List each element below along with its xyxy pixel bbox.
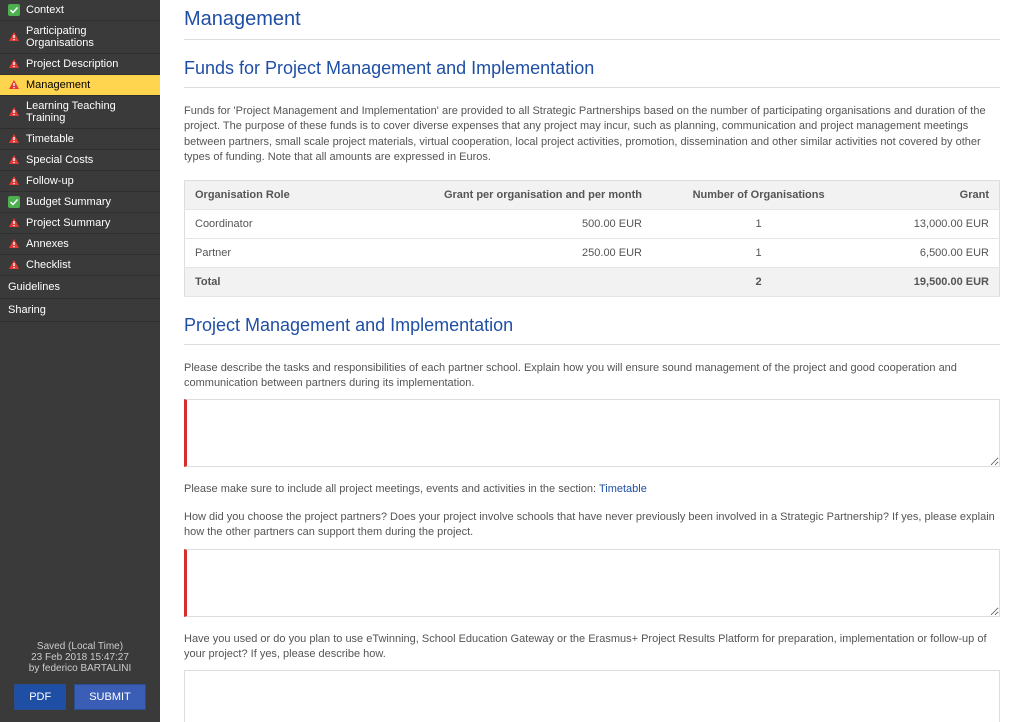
divider [184,39,1000,40]
cell-num-org: 1 [652,238,865,267]
sidebar-item-annexes[interactable]: Annexes [0,234,160,255]
check-icon [8,196,20,208]
sidebar-item-follow-up[interactable]: Follow-up [0,171,160,192]
page-title: Management [184,8,1000,31]
funds-heading: Funds for Project Management and Impleme… [184,58,1000,79]
divider [184,87,1000,88]
timetable-note: Please make sure to include all project … [184,482,1000,497]
sidebar-item-project-description[interactable]: Project Description [0,54,160,75]
funds-intro: Funds for 'Project Management and Implem… [184,104,1000,166]
question-2: How did you choose the project partners?… [184,510,1000,541]
saved-time: 23 Feb 2018 15:47:27 [4,652,156,663]
pmi-heading: Project Management and Implementation [184,315,1000,336]
cell-num-org: 2 [652,267,865,296]
sidebar-item-budget-summary[interactable]: Budget Summary [0,192,160,213]
sidebar-item-label: Annexes [26,238,69,250]
sidebar-item-label: Participating Organisations [26,25,152,49]
sidebar-item-management[interactable]: Management [0,75,160,96]
cell-role: Coordinator [185,209,347,238]
warning-icon [8,106,20,118]
sidebar-item-timetable[interactable]: Timetable [0,129,160,150]
question-3: Have you used or do you plan to use eTwi… [184,632,1000,663]
cell-role: Total [185,267,347,296]
sidebar-item-label: Checklist [26,259,71,271]
sidebar-item-context[interactable]: Context [0,0,160,21]
saved-label: Saved (Local Time) [4,641,156,652]
warning-icon [8,79,20,91]
pdf-button[interactable]: PDF [14,684,66,710]
sidebar-item-learning-teaching-training[interactable]: Learning Teaching Training [0,96,160,129]
sidebar-item-label: Timetable [26,133,74,145]
sidebar-item-participating-organisations[interactable]: Participating Organisations [0,21,160,54]
sidebar-item-guidelines[interactable]: Guidelines [0,276,160,299]
timetable-link[interactable]: Timetable [599,483,647,495]
cell-num-org: 1 [652,209,865,238]
saved-by: by federico BARTALINI [4,663,156,674]
warning-icon [8,259,20,271]
cell-grant: 19,500.00 EUR [865,267,999,296]
warning-icon [8,31,20,43]
warning-icon [8,154,20,166]
th-num-org: Number of Organisations [652,180,865,209]
sidebar-item-label: Budget Summary [26,196,111,208]
sidebar-item-label: Project Summary [26,217,110,229]
th-grant: Grant [865,180,999,209]
note-prefix: Please make sure to include all project … [184,483,599,495]
nav-main: Context Participating Organisations Projec… [0,0,160,276]
divider [184,344,1000,345]
cell-grant: 6,500.00 EUR [865,238,999,267]
sidebar-item-label: Special Costs [26,154,93,166]
th-grant-per: Grant per organisation and per month [346,180,652,209]
nav-secondary: GuidelinesSharing [0,276,160,322]
sidebar-item-label: Follow-up [26,175,74,187]
cell-role: Partner [185,238,347,267]
sidebar-item-label: Context [26,4,64,16]
sidebar-footer: Saved (Local Time) 23 Feb 2018 15:47:27 … [0,633,160,722]
warning-icon [8,238,20,250]
main-content: Management Funds for Project Management … [160,0,1024,722]
warning-icon [8,175,20,187]
th-role: Organisation Role [185,180,347,209]
sidebar-item-checklist[interactable]: Checklist [0,255,160,276]
cell-grant-per: 500.00 EUR [346,209,652,238]
cell-grant: 13,000.00 EUR [865,209,999,238]
answer-2[interactable] [184,549,1000,617]
sidebar-item-special-costs[interactable]: Special Costs [0,150,160,171]
table-row: Partner250.00 EUR16,500.00 EUR [185,238,1000,267]
sidebar-item-label: Management [26,79,90,91]
answer-3[interactable] [184,670,1000,722]
submit-button[interactable]: SUBMIT [74,684,146,710]
sidebar-item-label: Learning Teaching Training [26,100,152,124]
sidebar-item-label: Project Description [26,58,118,70]
warning-icon [8,58,20,70]
sidebar-item-project-summary[interactable]: Project Summary [0,213,160,234]
table-row-total: Total 219,500.00 EUR [185,267,1000,296]
funds-table: Organisation Role Grant per organisation… [184,180,1000,297]
question-1: Please describe the tasks and responsibi… [184,361,1000,392]
answer-1[interactable] [184,399,1000,467]
warning-icon [8,217,20,229]
cell-grant-per [346,267,652,296]
cell-grant-per: 250.00 EUR [346,238,652,267]
check-icon [8,4,20,16]
sidebar-item-sharing[interactable]: Sharing [0,299,160,322]
table-row: Coordinator500.00 EUR113,000.00 EUR [185,209,1000,238]
sidebar: Context Participating Organisations Projec… [0,0,160,722]
warning-icon [8,133,20,145]
